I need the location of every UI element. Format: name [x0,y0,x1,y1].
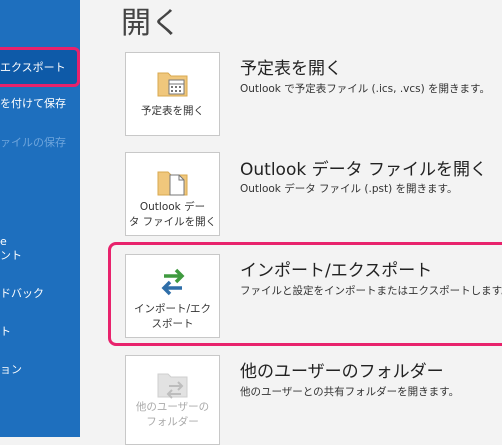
calendar-folder-icon [157,72,188,97]
page-title: 開く [121,6,181,41]
tile-label-line: Outlook デー [139,201,206,213]
sidebar-item-exit[interactable]: ョン [0,363,80,377]
sidebar-item-label: ント [0,249,22,262]
option-description: Outlook で予定表ファイル (.ics, .vcs) を開きます。 [240,83,491,95]
sidebar-item-label: エクスポート [0,61,66,74]
shared-folder-icon [157,373,188,399]
sidebar-item-label: ドバック [0,287,44,300]
sidebar-item-feedback[interactable]: ドバック [0,287,80,301]
tile-label-line: 他のユーザーの [135,401,210,413]
sidebar-item-label: ァイルの保存 [0,136,66,149]
open-data-file-button[interactable]: Outlook デー タ ファイルを開く [125,152,220,236]
tile-label: 他のユーザーの フォルダー [126,400,219,430]
tile-label: Outlook デー タ ファイルを開く [126,200,219,230]
sidebar-item-save-as[interactable]: を付けて保存 [0,97,80,111]
sidebar-item-options[interactable]: ト [0,325,80,339]
tile-label-line: タ ファイルを開く [128,216,217,228]
sidebar-item-label: e [0,235,7,248]
sidebar-item-office-account[interactable]: e ント [0,235,80,263]
option-title: Outlook データ ファイルを開く [240,160,487,180]
open-shared-folder-button: 他のユーザーの フォルダー [125,355,220,445]
sidebar-item-label: ョン [0,363,22,376]
option-title: 他のユーザーのフォルダー [240,362,444,382]
data-file-folder-icon [157,171,188,196]
sidebar-item-export[interactable]: エクスポート [0,47,80,87]
tile-label-line: フォルダー [146,416,199,428]
open-export-pane: 開く 予定表を開く 予定表を開く Outlook で予定表ファイル (.ics,… [80,0,502,445]
highlight-frame [108,242,502,346]
option-description: 他のユーザーとの共有フォルダーを開きます。 [240,386,460,398]
open-calendar-button[interactable]: 予定表を開く [125,52,220,136]
sidebar-item-label: を付けて保存 [0,97,66,110]
sidebar-item-label: ト [0,325,11,338]
option-title: 予定表を開く [240,59,342,79]
tile-label: 予定表を開く [141,105,204,117]
sidebar-item-save-attachments: ァイルの保存 [0,136,80,150]
option-description: Outlook データ ファイル (.pst) を開きます。 [240,183,458,195]
backstage-sidebar: エクスポート を付けて保存 ァイルの保存 e ント ドバック ト ョン [0,0,80,437]
